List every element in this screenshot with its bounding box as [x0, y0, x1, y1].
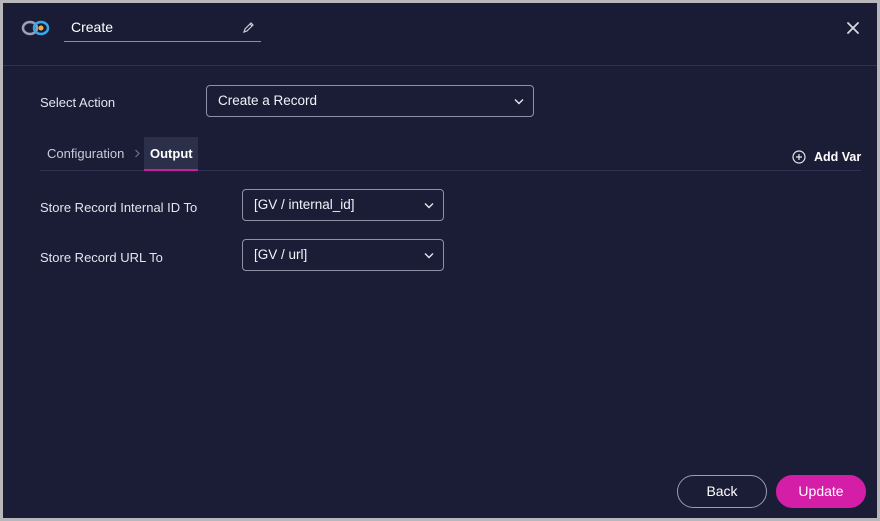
back-button[interactable]: Back	[677, 475, 767, 508]
tab-configuration[interactable]: Configuration	[47, 146, 124, 161]
url-value: [GV / url]	[254, 247, 308, 262]
chevron-down-icon	[424, 203, 434, 209]
modal-dialog: Create Select Action Create a Record Con…	[0, 0, 880, 521]
add-var-label: Add Var	[814, 150, 862, 164]
modal-header: Create	[3, 3, 877, 66]
update-button[interactable]: Update	[776, 475, 866, 508]
output-label-internal-id: Store Record Internal ID To	[40, 200, 198, 215]
chevron-right-icon	[135, 149, 140, 158]
tab-output[interactable]: Output	[150, 146, 193, 161]
select-action-value: Create a Record	[218, 93, 318, 108]
internal-id-value: [GV / internal_id]	[254, 197, 355, 212]
chevron-down-icon	[514, 99, 524, 105]
select-action-dropdown[interactable]: Create a Record	[206, 85, 534, 117]
url-dropdown[interactable]: [GV / url]	[242, 239, 444, 271]
plus-circle-icon	[792, 150, 806, 164]
internal-id-dropdown[interactable]: [GV / internal_id]	[242, 189, 444, 221]
tab-output-underline	[144, 169, 198, 171]
output-label-url: Store Record URL To	[40, 250, 163, 265]
select-action-label: Select Action	[40, 95, 116, 110]
close-icon[interactable]	[845, 20, 861, 36]
workflow-name[interactable]: Create	[71, 19, 113, 35]
workflow-name-field[interactable]: Create	[64, 17, 261, 42]
infinity-logo-icon	[21, 20, 50, 36]
chevron-down-icon	[424, 253, 434, 259]
pencil-icon[interactable]	[242, 21, 255, 34]
